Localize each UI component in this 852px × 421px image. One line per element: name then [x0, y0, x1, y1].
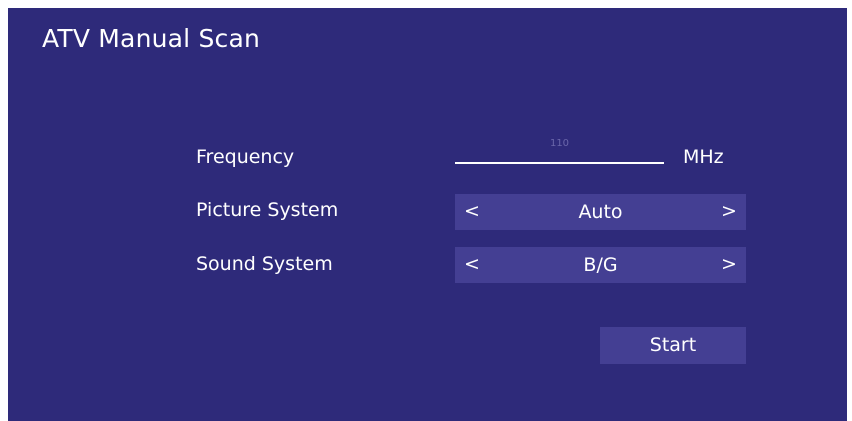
picture-system-selector[interactable]: < Auto >	[455, 194, 746, 230]
chevron-right-icon[interactable]: >	[718, 247, 740, 283]
chevron-left-icon[interactable]: <	[461, 247, 483, 283]
frequency-underline	[455, 162, 664, 164]
picture-system-label: Picture System	[196, 199, 339, 221]
sound-system-value: B/G	[583, 254, 618, 276]
chevron-left-icon[interactable]: <	[461, 194, 483, 230]
frequency-label: Frequency	[196, 146, 295, 168]
page-title: ATV Manual Scan	[42, 24, 261, 53]
frequency-value: 110	[549, 138, 570, 149]
frequency-input[interactable]: 110	[455, 134, 664, 168]
sound-system-label: Sound System	[196, 253, 333, 275]
atv-manual-scan-screen: ATV Manual Scan Frequency 110 MHz Pictur…	[8, 8, 847, 421]
picture-system-value: Auto	[578, 201, 623, 223]
chevron-right-icon[interactable]: >	[718, 194, 740, 230]
sound-system-selector[interactable]: < B/G >	[455, 247, 746, 283]
frequency-unit: MHz	[683, 146, 724, 168]
start-button[interactable]: Start	[600, 327, 746, 364]
